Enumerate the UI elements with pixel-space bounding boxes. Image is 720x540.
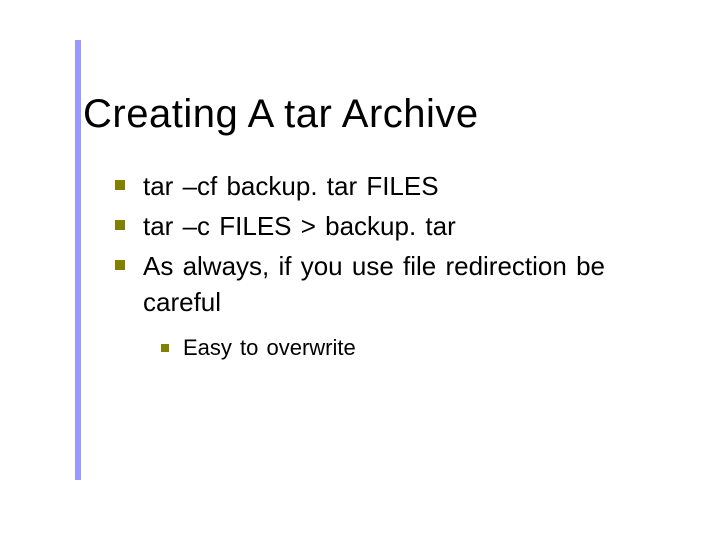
list-item: tar –c FILES > backup. tar: [115, 208, 680, 244]
list-item: As always, if you use file redirection b…: [115, 248, 680, 320]
bullet-text: Easy to overwrite: [183, 334, 356, 362]
slide-body: tar –cf backup. tar FILES tar –c FILES >…: [115, 168, 680, 366]
sub-list: Easy to overwrite: [161, 334, 680, 362]
slide: Creating A tar Archive tar –cf backup. t…: [0, 0, 720, 540]
list-item: tar –cf backup. tar FILES: [115, 168, 680, 204]
list-item: Easy to overwrite: [161, 334, 680, 362]
bullet-text: As always, if you use file redirection b…: [143, 248, 680, 320]
slide-title: Creating A tar Archive: [83, 92, 479, 137]
square-bullet-icon: [161, 344, 169, 352]
square-bullet-icon: [115, 180, 125, 190]
accent-bar: [75, 40, 81, 480]
bullet-text: tar –cf backup. tar FILES: [143, 168, 439, 204]
square-bullet-icon: [115, 220, 125, 230]
square-bullet-icon: [115, 260, 125, 270]
bullet-text: tar –c FILES > backup. tar: [143, 208, 456, 244]
